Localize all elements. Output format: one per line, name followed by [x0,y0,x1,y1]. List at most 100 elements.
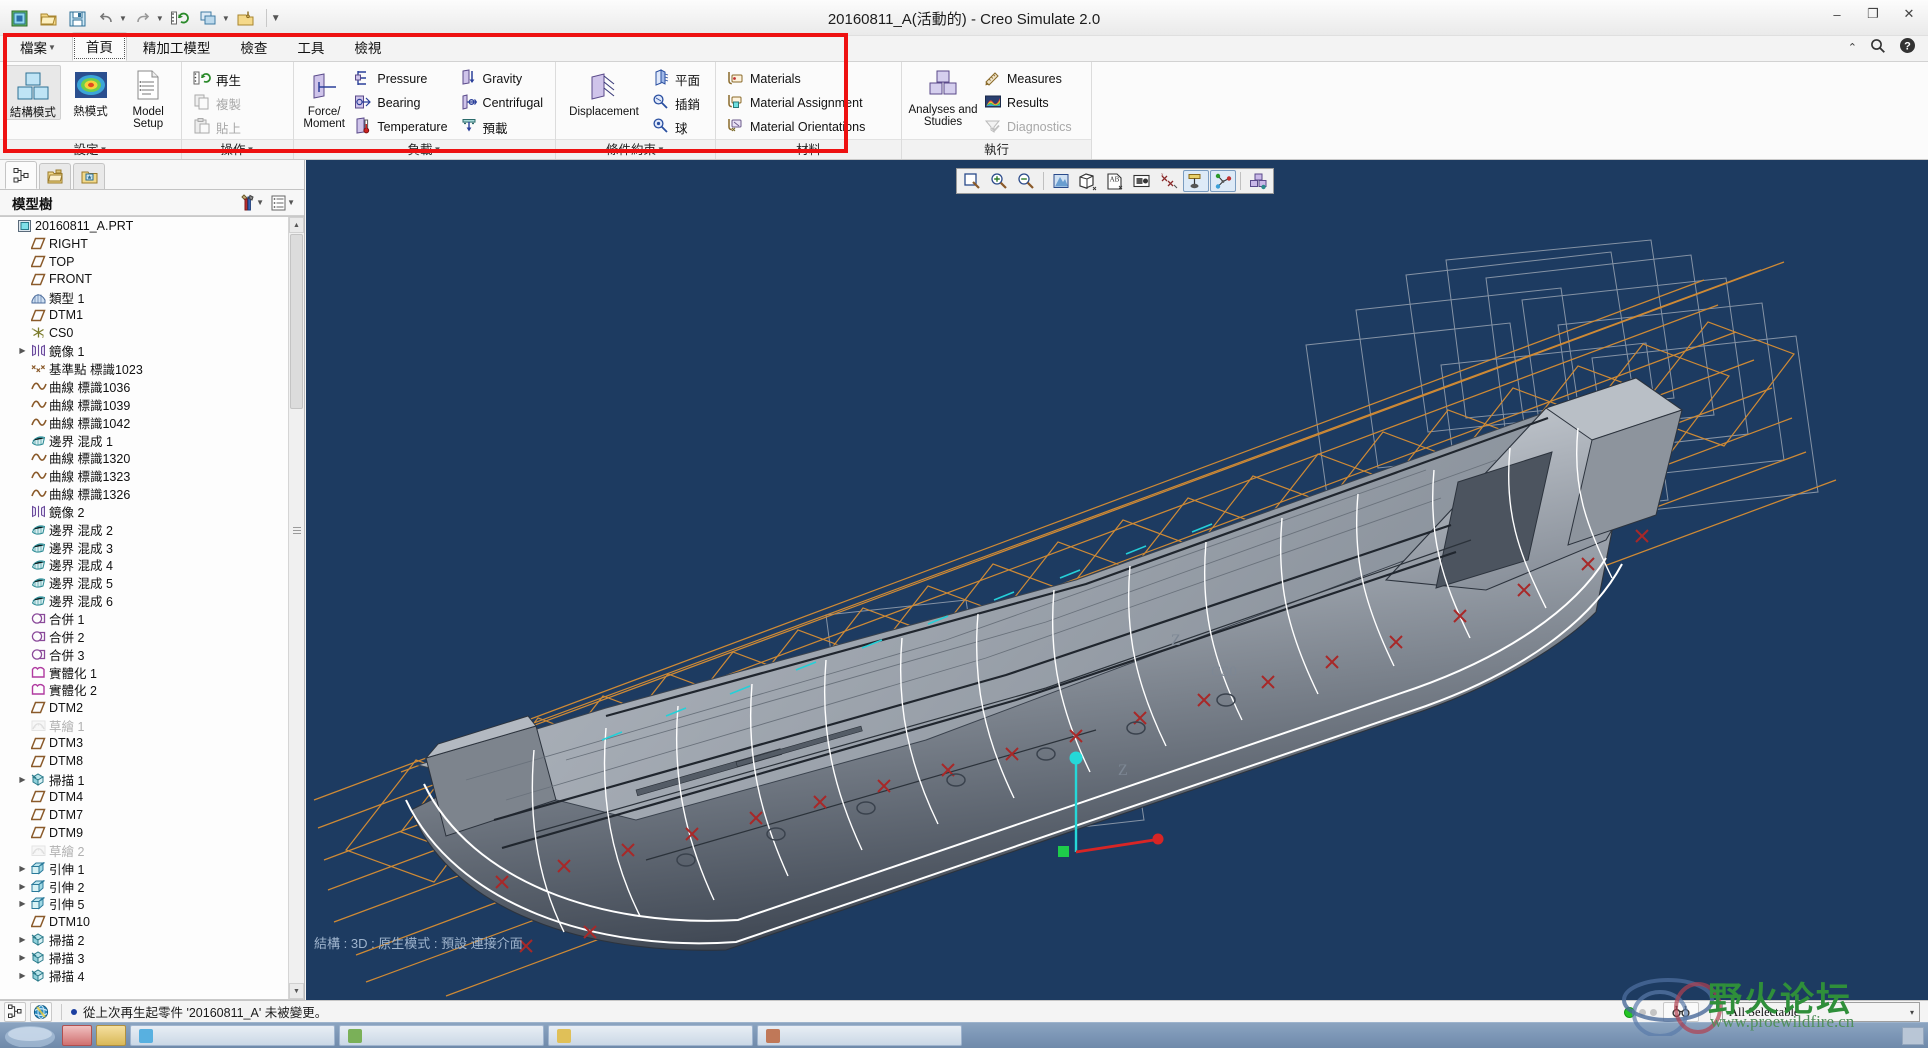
tree-item[interactable]: TOP [0,253,288,271]
tree-item[interactable]: 曲線 標識1039 [0,395,288,413]
thermal-mode-button[interactable]: 熱模式 [63,65,119,118]
expand-arrow-icon[interactable]: ▶ [16,971,29,980]
taskbar-quicklaunch-1[interactable] [62,1025,92,1046]
tree-item[interactable]: DTM8 [0,752,288,770]
tree-item[interactable]: 曲線 標識1042 [0,413,288,431]
ribbon-group-loads-label[interactable]: 負載 ▼ [294,139,555,159]
graphics-viewport[interactable]: AB x Z Z CS0 結構: 3D: 原生模式: 預設 連接介面 [306,160,1928,1000]
ribbon-tab-file[interactable]: 檔案 ▼ [6,33,70,61]
materials-button[interactable]: Materials [724,67,872,91]
scroll-up-arrow-icon[interactable]: ▲ [289,217,304,233]
tree-item[interactable]: 合併 1 [0,610,288,628]
ball-button[interactable]: 球 [649,115,707,139]
tree-item[interactable]: DTM2 [0,699,288,717]
ribbon-tab-refine-model[interactable]: 精加工模型 [129,33,225,61]
tree-item[interactable]: 曲線 標識1326 [0,485,288,503]
material-orientations-button[interactable]: Material Orientations [724,115,872,139]
ribbon-tab-tools[interactable]: 工具 [283,33,338,61]
tree-item[interactable]: 基準點 標識1023 [0,360,288,378]
tree-item[interactable]: ▶ 掃描 3 [0,949,288,967]
tree-item[interactable]: 合併 2 [0,627,288,645]
tree-item[interactable]: 實體化 2 [0,681,288,699]
tree-settings-button[interactable]: ▼ [235,193,267,212]
favorites-tab[interactable] [73,163,105,189]
close-button[interactable]: ✕ [1898,4,1920,24]
tree-item[interactable]: DTM7 [0,806,288,824]
start-button[interactable] [4,1025,58,1048]
tree-item[interactable]: ▶ 掃描 2 [0,931,288,949]
tree-item[interactable]: ▶ 掃描 4 [0,966,288,984]
ribbon-group-operations-label[interactable]: 操作 ▼ [182,139,293,159]
expand-arrow-icon[interactable]: ▶ [16,882,29,891]
centrifugal-button[interactable]: Centrifugal [457,91,550,115]
tree-item[interactable]: 實體化 1 [0,663,288,681]
taskbar-item-4[interactable] [757,1025,962,1046]
expand-arrow-icon[interactable]: ▶ [16,899,29,908]
tree-item[interactable]: 曲線 標識1036 [0,378,288,396]
help-icon[interactable]: ? [1899,37,1916,57]
expand-arrow-icon[interactable]: ▶ [16,935,29,944]
tree-item[interactable]: 草繪 1 [0,717,288,735]
tree-item[interactable]: 邊界 混成 5 [0,574,288,592]
model-tree-scrollbar[interactable]: ▲ ▼ [288,217,304,999]
maximize-button[interactable]: ❐ [1862,4,1884,24]
ribbon-group-setup-label[interactable]: 設定 ▼ [0,139,181,159]
planar-button[interactable]: 平面 [649,67,707,91]
selection-filter-dropdown[interactable]: All Selectable ▾ [1722,1002,1920,1022]
expand-arrow-icon[interactable]: ▶ [16,775,29,784]
collapse-ribbon-icon[interactable]: ⌃ [1848,41,1857,54]
tree-item[interactable]: DTM1 [0,306,288,324]
ribbon-group-constraints-label[interactable]: 條件約束 ▼ [556,139,715,159]
copy-button[interactable]: 複製 [190,91,248,115]
material-assignment-button[interactable]: Material Assignment [724,91,872,115]
ribbon-tab-inspect[interactable]: 檢查 [226,33,281,61]
analyses-and-studies-button[interactable]: Analyses and Studies [907,65,979,128]
tree-item[interactable]: ▶ 鏡像 1 [0,342,288,360]
search-icon[interactable] [1870,38,1886,57]
ribbon-tab-home[interactable]: 首頁 [71,32,127,61]
tree-item[interactable]: RIGHT [0,235,288,253]
model-tree-list[interactable]: 20160811_A.PRT RIGHT TOP FRONT 類型 1 DTM1 x z CS0… [0,217,288,999]
tree-item[interactable]: DTM10 [0,913,288,931]
tree-item[interactable]: 草繪 2 [0,842,288,860]
model-setup-button[interactable]: Model Setup [120,65,176,130]
preload-button[interactable]: 預載 [457,115,550,139]
tree-item[interactable]: 20160811_A.PRT [0,217,288,235]
scroll-down-arrow-icon[interactable]: ▼ [289,983,304,999]
web-browser-button[interactable] [30,1001,52,1022]
cad-model-render[interactable]: Z Z CS0 [306,160,1928,1000]
bearing-button[interactable]: Bearing [351,91,454,115]
tree-item[interactable]: DTM9 [0,824,288,842]
pin-button[interactable]: 插銷 [649,91,707,115]
tree-item[interactable]: 邊界 混成 4 [0,556,288,574]
tree-item[interactable]: ▶ 掃描 1 [0,770,288,788]
folder-browser-tab[interactable] [39,163,71,189]
tree-item[interactable]: ▶ 引伸 2 [0,877,288,895]
tree-item[interactable]: FRONT [0,271,288,289]
tree-item[interactable]: ▶ 引伸 1 [0,859,288,877]
minimize-button[interactable]: – [1826,4,1848,24]
tree-item[interactable]: 合併 3 [0,645,288,663]
taskbar-item-2[interactable] [339,1025,544,1046]
expand-arrow-icon[interactable]: ▶ [16,953,29,962]
model-tree-tab[interactable] [5,161,37,189]
results-button[interactable]: Results [981,91,1079,115]
expand-arrow-icon[interactable]: ▶ [16,864,29,873]
tree-item[interactable]: 邊界 混成 1 [0,431,288,449]
tree-item[interactable]: ▶ 引伸 5 [0,895,288,913]
displacement-button[interactable]: Displacement [561,65,647,118]
tree-item[interactable]: 邊界 混成 3 [0,538,288,556]
tree-item[interactable]: 曲線 標識1323 [0,467,288,485]
pressure-button[interactable]: Pressure [351,67,454,91]
taskbar-show-desktop[interactable] [1902,1026,1924,1045]
taskbar-quicklaunch-2[interactable] [96,1025,126,1046]
regenerate-button[interactable]: 再生 [190,67,248,91]
tree-item[interactable]: 邊界 混成 2 [0,520,288,538]
tree-item[interactable]: 鏡像 2 [0,503,288,521]
tree-item[interactable]: 類型 1 [0,288,288,306]
taskbar-item-3[interactable] [548,1025,753,1046]
tree-item[interactable]: 曲線 標識1320 [0,449,288,467]
tree-display-button[interactable]: ▼ [267,194,298,212]
tree-item[interactable]: DTM3 [0,734,288,752]
model-tree-toggle-button[interactable] [4,1001,26,1022]
